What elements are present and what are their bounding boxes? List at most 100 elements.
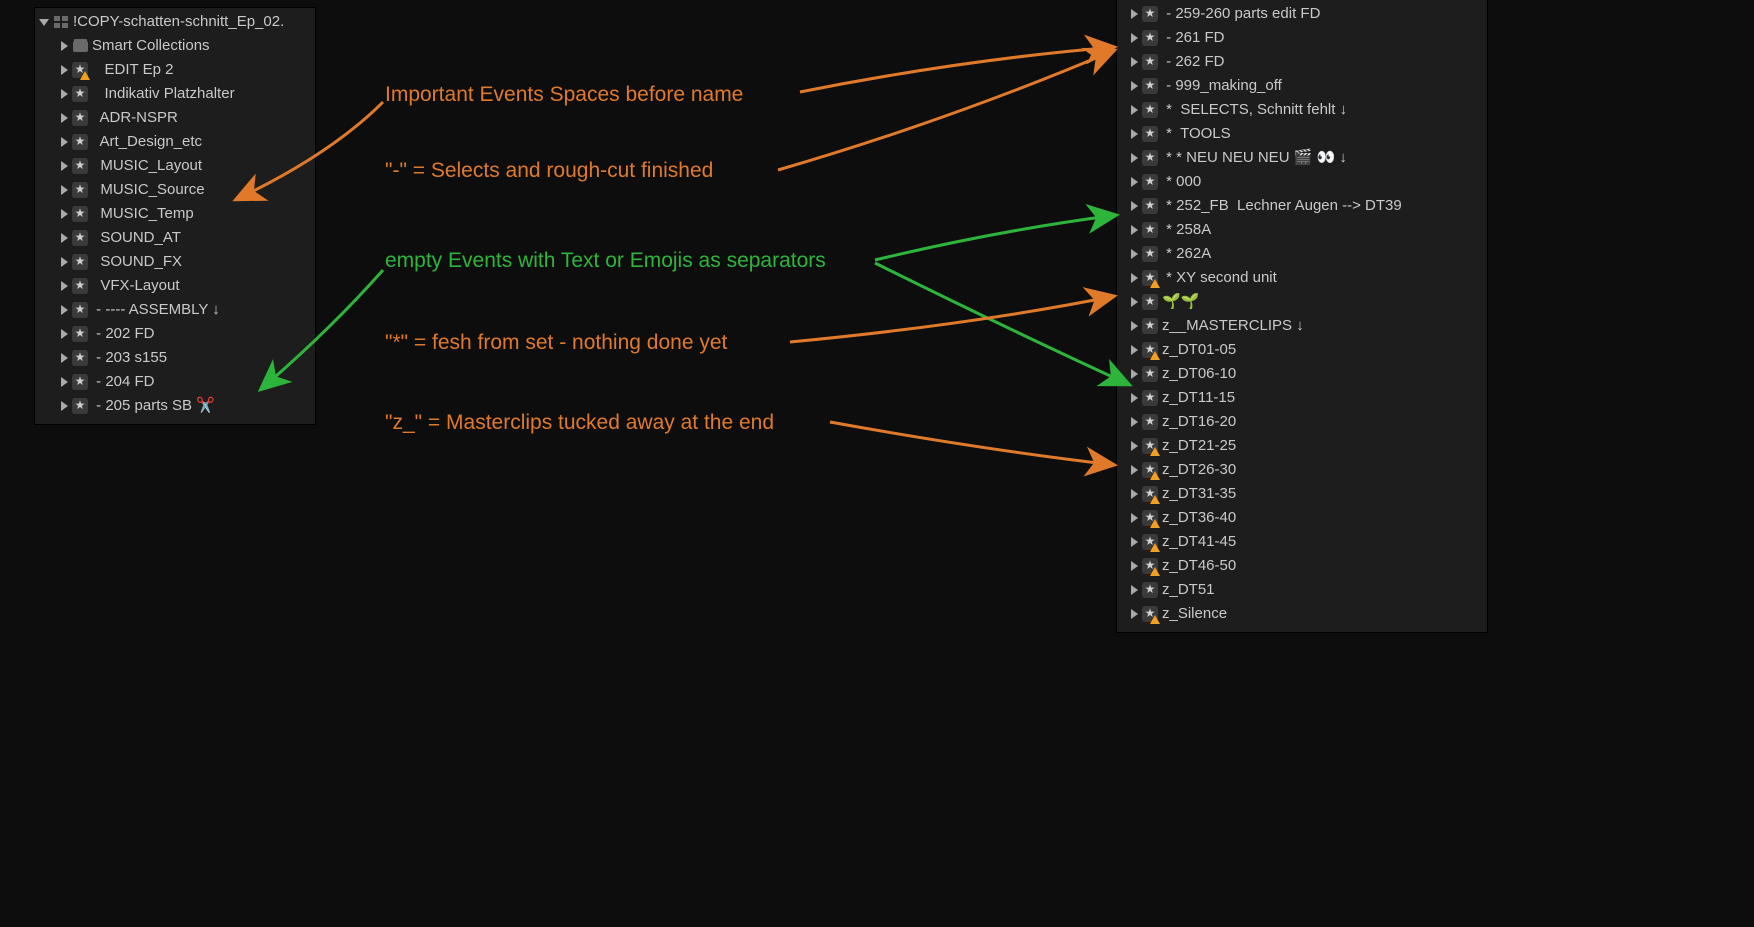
disclosure-right-icon[interactable] — [1131, 57, 1138, 67]
disclosure-right-icon[interactable] — [1131, 609, 1138, 619]
event-row[interactable]: z_DT31-35 — [1117, 482, 1487, 506]
event-row[interactable]: z_DT16-20 — [1117, 410, 1487, 434]
event-row[interactable]: z_DT21-25 — [1117, 434, 1487, 458]
disclosure-right-icon[interactable] — [1131, 513, 1138, 523]
disclosure-right-icon[interactable] — [1131, 201, 1138, 211]
event-row[interactable]: - ---- ASSEMBLY ↓ — [35, 298, 315, 322]
event-label: * TOOLS — [1162, 122, 1481, 146]
event-row[interactable]: * 258A — [1117, 218, 1487, 242]
disclosure-right-icon[interactable] — [1131, 249, 1138, 259]
disclosure-right-icon[interactable] — [61, 233, 68, 243]
disclosure-right-icon[interactable] — [61, 113, 68, 123]
disclosure-right-icon[interactable] — [1131, 33, 1138, 43]
disclosure-right-icon[interactable] — [61, 161, 68, 171]
event-row[interactable]: - 261 FD — [1117, 26, 1487, 50]
event-row[interactable]: z_DT11-15 — [1117, 386, 1487, 410]
event-row[interactable]: Indikativ Platzhalter — [35, 82, 315, 106]
event-row[interactable]: - 205 parts SB ✂️ — [35, 394, 315, 418]
event-row[interactable]: EDIT Ep 2 — [35, 58, 315, 82]
disclosure-right-icon[interactable] — [1131, 465, 1138, 475]
disclosure-right-icon[interactable] — [61, 41, 68, 51]
event-row[interactable]: MUSIC_Layout — [35, 154, 315, 178]
event-row[interactable]: z_Silence — [1117, 602, 1487, 626]
disclosure-right-icon[interactable] — [61, 353, 68, 363]
event-row[interactable]: * TOOLS — [1117, 122, 1487, 146]
disclosure-right-icon[interactable] — [1131, 561, 1138, 571]
disclosure-right-icon[interactable] — [1131, 369, 1138, 379]
event-row[interactable]: * SELECTS, Schnitt fehlt ↓ — [1117, 98, 1487, 122]
event-row[interactable]: z_DT26-30 — [1117, 458, 1487, 482]
disclosure-right-icon[interactable] — [1131, 345, 1138, 355]
event-row[interactable]: * 252_FB Lechner Augen --> DT39 — [1117, 194, 1487, 218]
folder-icon — [72, 38, 88, 54]
disclosure-right-icon[interactable] — [61, 329, 68, 339]
disclosure-right-icon[interactable] — [1131, 297, 1138, 307]
event-row[interactable]: - 202 FD — [35, 322, 315, 346]
disclosure-right-icon[interactable] — [61, 281, 68, 291]
disclosure-right-icon[interactable] — [1131, 225, 1138, 235]
disclosure-right-icon[interactable] — [1131, 9, 1138, 19]
disclosure-right-icon[interactable] — [61, 401, 68, 411]
library-row[interactable]: !COPY-schatten-schnitt_Ep_02. — [35, 10, 315, 34]
event-row[interactable]: SOUND_FX — [35, 250, 315, 274]
star-icon — [1142, 318, 1158, 334]
disclosure-right-icon[interactable] — [1131, 489, 1138, 499]
event-row[interactable]: VFX-Layout — [35, 274, 315, 298]
event-row[interactable]: z_DT01-05 — [1117, 338, 1487, 362]
disclosure-right-icon[interactable] — [1131, 585, 1138, 595]
star-icon — [1142, 198, 1158, 214]
disclosure-right-icon[interactable] — [1131, 153, 1138, 163]
disclosure-right-icon[interactable] — [1131, 105, 1138, 115]
disclosure-right-icon[interactable] — [1131, 81, 1138, 91]
star-icon — [1142, 390, 1158, 406]
event-row[interactable]: - 204 FD — [35, 370, 315, 394]
event-row[interactable]: - 259-260 parts edit FD — [1117, 2, 1487, 26]
star-icon — [72, 158, 88, 174]
event-row[interactable]: z_DT51 — [1117, 578, 1487, 602]
event-row[interactable]: - 203 s155 — [35, 346, 315, 370]
disclosure-right-icon[interactable] — [1131, 417, 1138, 427]
disclosure-right-icon[interactable] — [61, 185, 68, 195]
disclosure-right-icon[interactable] — [61, 89, 68, 99]
disclosure-right-icon[interactable] — [61, 137, 68, 147]
star-warn-icon — [1142, 486, 1158, 502]
disclosure-right-icon[interactable] — [61, 305, 68, 315]
event-row[interactable]: ADR-NSPR — [35, 106, 315, 130]
event-row[interactable]: Art_Design_etc — [35, 130, 315, 154]
star-icon — [72, 254, 88, 270]
event-row[interactable]: * 000 — [1117, 170, 1487, 194]
star-icon — [1142, 150, 1158, 166]
star-icon — [1142, 30, 1158, 46]
disclosure-right-icon[interactable] — [1131, 441, 1138, 451]
library-panel-right: - 259-260 parts edit FD - 261 FD - 262 F… — [1117, 0, 1487, 632]
disclosure-right-icon[interactable] — [61, 257, 68, 267]
event-row[interactable]: - 262 FD — [1117, 50, 1487, 74]
event-row[interactable]: MUSIC_Source — [35, 178, 315, 202]
event-row[interactable]: * * NEU NEU NEU 🎬 👀 ↓ — [1117, 146, 1487, 170]
disclosure-right-icon[interactable] — [1131, 273, 1138, 283]
disclosure-right-icon[interactable] — [1131, 537, 1138, 547]
event-row[interactable]: z_DT36-40 — [1117, 506, 1487, 530]
disclosure-right-icon[interactable] — [1131, 321, 1138, 331]
disclosure-right-icon[interactable] — [61, 209, 68, 219]
event-row[interactable]: * 262A — [1117, 242, 1487, 266]
star-icon — [1142, 102, 1158, 118]
event-row[interactable]: - 999_making_off — [1117, 74, 1487, 98]
event-row[interactable]: * XY second unit — [1117, 266, 1487, 290]
star-warn-icon — [72, 62, 88, 78]
event-label: z_DT46-50 — [1162, 554, 1481, 578]
event-row[interactable]: z_DT46-50 — [1117, 554, 1487, 578]
event-row[interactable]: Smart Collections — [35, 34, 315, 58]
disclosure-right-icon[interactable] — [1131, 177, 1138, 187]
disclosure-down-icon[interactable] — [39, 19, 49, 26]
disclosure-right-icon[interactable] — [61, 377, 68, 387]
disclosure-right-icon[interactable] — [61, 65, 68, 75]
event-row[interactable]: z_DT41-45 — [1117, 530, 1487, 554]
event-row[interactable]: MUSIC_Temp — [35, 202, 315, 226]
event-row[interactable]: 🌱🌱 — [1117, 290, 1487, 314]
disclosure-right-icon[interactable] — [1131, 393, 1138, 403]
disclosure-right-icon[interactable] — [1131, 129, 1138, 139]
event-row[interactable]: z__MASTERCLIPS ↓ — [1117, 314, 1487, 338]
event-row[interactable]: z_DT06-10 — [1117, 362, 1487, 386]
event-row[interactable]: SOUND_AT — [35, 226, 315, 250]
